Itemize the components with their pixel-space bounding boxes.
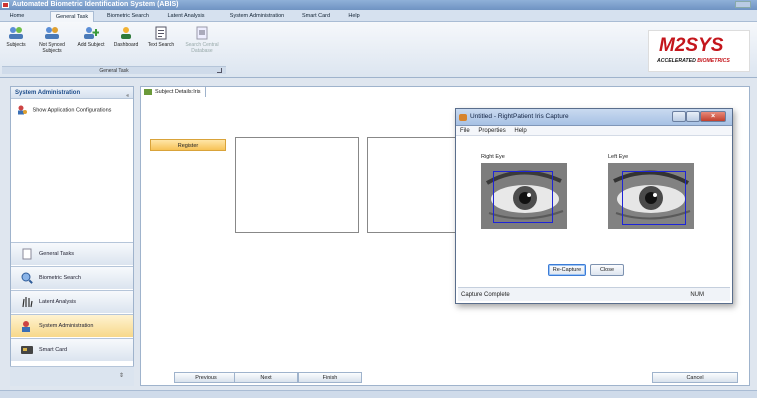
document-tab-label: Subject Details:Iris <box>155 89 201 95</box>
menu-file[interactable]: File <box>460 128 470 134</box>
ribbon-tabs: Home General Task Biometric Search Laten… <box>0 10 757 22</box>
database-search-icon <box>196 26 208 40</box>
capture-panel-2 <box>367 137 459 233</box>
nav-latent-analysis-label: Latent Analysis <box>39 299 76 305</box>
tab-latent-analysis[interactable]: Latent Analysis <box>162 11 210 22</box>
group-launcher-icon[interactable] <box>217 68 222 73</box>
right-eye-label: Right Eye <box>481 154 505 160</box>
right-eye-image <box>481 163 567 229</box>
nav-smart-card[interactable]: Smart Card <box>11 338 133 361</box>
add-subject-label: Add Subject <box>77 42 105 48</box>
admin-icon <box>18 105 27 115</box>
not-synced-subjects-button[interactable]: Not Synced Subjects <box>32 26 72 54</box>
wizard-nav-bar: Previous Next Finish Cancel <box>140 370 750 384</box>
sidebar-footer: ⇕ <box>10 366 134 386</box>
text-search-button[interactable]: Text Search <box>144 26 178 48</box>
dashboard-label: Dashboard <box>113 42 139 48</box>
search-central-database-label: Search Central Database <box>185 42 219 54</box>
finish-button[interactable]: Finish <box>298 372 362 383</box>
subjects-button[interactable]: Subjects <box>2 26 30 48</box>
close-window-button[interactable]: × <box>700 111 726 122</box>
expand-icon[interactable]: ⇕ <box>119 372 124 379</box>
left-eye-image <box>608 163 694 229</box>
tab-smart-card[interactable]: Smart Card <box>298 11 334 22</box>
previous-button[interactable]: Previous <box>174 372 238 383</box>
text-search-label: Text Search <box>147 42 175 48</box>
add-subject-button[interactable]: Add Subject <box>74 26 108 48</box>
app-status-bar <box>0 390 757 398</box>
left-eye-capture-box <box>622 171 686 225</box>
maximize-button[interactable] <box>686 111 700 122</box>
menu-help[interactable]: Help <box>514 128 526 134</box>
dialog-title-bar: Untitled - RightPatient Iris Capture × <box>456 109 732 126</box>
magnifier-icon <box>21 272 33 284</box>
nav-latent-analysis[interactable]: Latent Analysis <box>11 290 133 313</box>
app-icon <box>459 114 467 121</box>
logo-tagline: ACCELERATED BIOMETRICS <box>657 58 730 64</box>
nav-biometric-search[interactable]: Biometric Search <box>11 266 133 289</box>
people-sync-icon <box>45 27 59 39</box>
logo-brand: M2SYS <box>659 35 724 56</box>
dialog-title: Untitled - RightPatient Iris Capture <box>470 113 569 120</box>
dialog-menu-bar: File Properties Help <box>456 126 732 136</box>
search-central-database-button[interactable]: Search Central Database <box>180 26 224 54</box>
close-button[interactable]: Close <box>590 264 624 276</box>
sidebar-item-show-configurations[interactable]: Show Application Configurations <box>17 105 111 115</box>
add-person-icon <box>84 27 99 39</box>
nav-smart-card-label: Smart Card <box>39 347 68 353</box>
subject-icon <box>144 89 152 95</box>
logo-tag-prefix: ACCELERATED <box>657 58 698 64</box>
sidebar-header-title: System Administration <box>15 90 81 96</box>
text-search-icon <box>155 26 167 40</box>
m2sys-logo: M2SYS ACCELERATED BIOMETRICS <box>648 30 750 72</box>
general-task-group: Subjects Not Synced Subjects Add Subject… <box>2 24 226 74</box>
group-label: General Task <box>2 66 226 74</box>
recapture-button[interactable]: Re-Capture <box>548 264 586 276</box>
minimize-button[interactable] <box>672 111 686 122</box>
logo-tag-suffix: BIOMETRICS <box>697 58 730 64</box>
document-icon <box>22 248 32 260</box>
cancel-button[interactable]: Cancel <box>652 372 738 383</box>
smart-card-icon <box>21 346 33 354</box>
not-synced-subjects-label: Not Synced Subjects <box>39 42 65 54</box>
iris-capture-dialog: Untitled - RightPatient Iris Capture × F… <box>455 108 733 304</box>
next-button[interactable]: Next <box>234 372 298 383</box>
tab-general-task[interactable]: General Task <box>50 11 94 22</box>
dashboard-button[interactable]: Dashboard <box>110 26 142 48</box>
sidebar-item-label: Show Application Configurations <box>32 107 112 114</box>
tab-home[interactable]: Home <box>4 11 30 22</box>
app-title: Automated Biometric Identification Syste… <box>12 1 179 8</box>
dialog-status-bar: Capture Complete NUM <box>458 287 730 301</box>
document-tab[interactable]: Subject Details:Iris <box>140 86 206 97</box>
dashboard-icon <box>121 27 131 39</box>
admin-icon <box>22 321 30 332</box>
pin-icon[interactable]: « <box>126 90 129 102</box>
window-controls[interactable] <box>735 1 751 8</box>
left-eye-label: Left Eye <box>608 154 629 160</box>
capture-status: Capture Complete <box>461 292 510 298</box>
nav-general-tasks[interactable]: General Tasks <box>11 242 133 265</box>
nav-system-administration-label: System Administration <box>39 323 94 329</box>
capture-panel-1 <box>235 137 359 233</box>
people-icon <box>9 27 23 39</box>
nav-system-administration[interactable]: System Administration <box>11 314 133 337</box>
tab-system-administration[interactable]: System Administration <box>226 11 288 22</box>
menu-properties[interactable]: Properties <box>478 128 505 134</box>
num-lock-indicator: NUM <box>690 292 704 298</box>
app-title-bar: Automated Biometric Identification Syste… <box>0 0 757 10</box>
ribbon: Subjects Not Synced Subjects Add Subject… <box>0 22 757 78</box>
right-eye-capture-box <box>493 171 553 223</box>
nav-general-tasks-label: General Tasks <box>39 251 75 257</box>
tab-help[interactable]: Help <box>344 11 364 22</box>
nav-biometric-search-label: Biometric Search <box>39 275 81 281</box>
register-button[interactable]: Register <box>150 139 226 151</box>
app-icon <box>2 2 9 8</box>
dialog-window-controls: × <box>672 111 728 122</box>
tab-biometric-search[interactable]: Biometric Search <box>102 11 154 22</box>
subjects-label: Subjects <box>6 42 26 48</box>
sidebar-header: System Administration « <box>11 87 133 99</box>
sidebar: System Administration « Show Application… <box>10 86 134 386</box>
fingerprint-icon <box>22 297 33 308</box>
